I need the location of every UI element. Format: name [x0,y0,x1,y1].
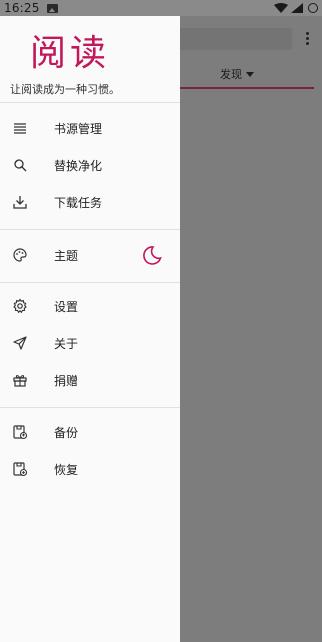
signal-icon [291,3,303,13]
find-replace-icon [12,157,28,173]
menu-item-label: 设置 [54,299,79,314]
tab-indicator [180,87,314,89]
menu-item-label: 关于 [54,336,79,351]
status-bar: 16:25 [0,0,322,16]
menu-item-theme[interactable]: 主题 [0,237,180,273]
menu-item-restore[interactable]: 恢复 [0,451,180,487]
menu-item-donate[interactable]: 捐赠 [0,362,180,398]
divider [0,102,180,103]
night-mode-icon[interactable] [141,244,163,266]
image-notification-icon [46,3,58,13]
status-icons [274,3,318,13]
divider [0,282,180,283]
tab-discover: 发现 [220,66,254,82]
gift-icon [12,372,28,388]
wifi-icon [274,3,288,13]
divider [0,229,180,230]
menu-item-label: 替换净化 [54,158,103,173]
menu-item-backup[interactable]: 备份 [0,414,180,450]
menu-item-book-source[interactable]: 书源管理 [0,110,180,146]
background-app[interactable]: 发现 [180,16,322,642]
send-icon [12,335,28,351]
battery-icon [308,3,318,13]
palette-icon [12,247,28,263]
download-icon [12,194,28,210]
caret-down-icon [246,71,254,77]
gear-icon [12,298,28,314]
menu-item-label: 主题 [54,248,79,263]
menu-item-label: 备份 [54,425,79,440]
status-time: 16:25 [4,1,40,15]
app-slogan: 让阅读成为一种习惯。 [10,83,120,96]
menu-item-download[interactable]: 下载任务 [0,184,180,220]
list-icon [12,120,28,136]
menu-item-about[interactable]: 关于 [0,325,180,361]
menu-item-label: 下载任务 [54,195,103,210]
navigation-drawer: 阅读 让阅读成为一种习惯。 书源管理 替换净化 下载任务 主题 设置 关于 捐赠… [0,16,180,642]
more-options-icon [306,32,310,46]
search-bar [180,28,292,50]
backup-icon [12,424,28,440]
menu-item-replace[interactable]: 替换净化 [0,147,180,183]
menu-item-label: 捐赠 [54,373,79,388]
menu-item-label: 书源管理 [54,121,103,136]
app-logo: 阅读 [30,33,111,74]
menu-item-label: 恢复 [54,462,79,477]
divider [0,407,180,408]
menu-item-settings[interactable]: 设置 [0,288,180,324]
restore-icon [12,461,28,477]
tab-discover-label: 发现 [220,68,242,81]
